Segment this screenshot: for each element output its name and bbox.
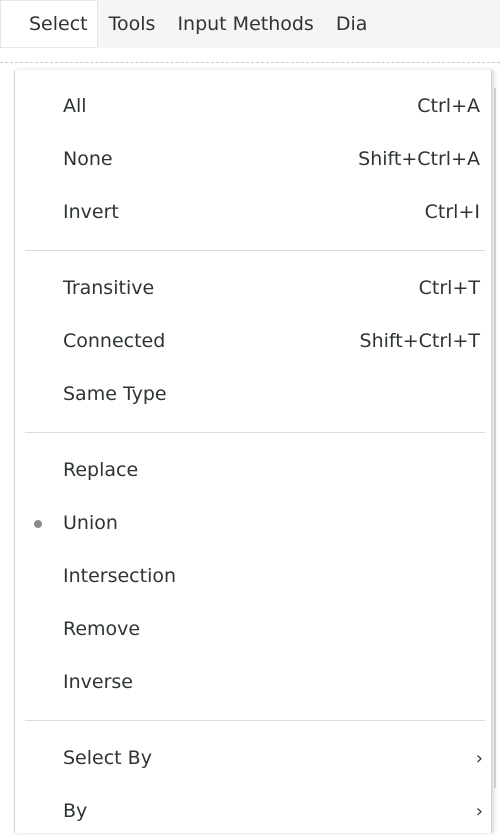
menu-item-connected[interactable]: Connected Shift+Ctrl+T [15, 315, 491, 368]
menu-separator [25, 720, 485, 721]
menu-item-union[interactable]: Union [15, 497, 491, 550]
menu-item-label: Union [63, 512, 118, 534]
menu-item-label: Replace [63, 459, 139, 481]
menu-dia[interactable]: Dia [325, 0, 379, 48]
select-menu-list: All Ctrl+A None Shift+Ctrl+A Invert Ctrl… [15, 80, 491, 838]
menu-item-accelerator: Ctrl+I [424, 201, 480, 223]
menu-select[interactable]: Select [0, 0, 98, 48]
menu-item-none[interactable]: None Shift+Ctrl+A [15, 133, 491, 186]
menu-item-label: By [63, 800, 88, 822]
radio-dot-icon [34, 520, 42, 528]
menu-item-accelerator: Shift+Ctrl+T [359, 330, 480, 352]
menu-item-all[interactable]: All Ctrl+A [15, 80, 491, 133]
select-menu-popup: All Ctrl+A None Shift+Ctrl+A Invert Ctrl… [14, 70, 492, 833]
menu-item-accelerator: Ctrl+A [417, 95, 480, 117]
menu-item-accelerator: Ctrl+T [418, 277, 480, 299]
menubar: Select Tools Input Methods Dia [0, 0, 500, 48]
menu-separator [25, 250, 485, 251]
menu-separator [25, 432, 485, 433]
menu-item-inverse[interactable]: Inverse [15, 656, 491, 709]
menu-tools[interactable]: Tools [98, 0, 167, 48]
menu-item-same-type[interactable]: Same Type [15, 368, 491, 421]
menu-item-select-by[interactable]: Select By › [15, 732, 491, 785]
menu-input-methods[interactable]: Input Methods [166, 0, 324, 48]
menu-item-replace[interactable]: Replace [15, 444, 491, 497]
chevron-right-icon: › [475, 748, 483, 769]
menu-item-remove[interactable]: Remove [15, 603, 491, 656]
menu-item-label: Invert [63, 201, 119, 223]
menu-item-label: Same Type [63, 383, 167, 405]
menu-item-transitive[interactable]: Transitive Ctrl+T [15, 262, 491, 315]
menu-item-label: Remove [63, 618, 141, 640]
window-divider [494, 88, 496, 788]
menu-item-by[interactable]: By › [15, 785, 491, 838]
menu-item-label: Intersection [63, 565, 177, 587]
menu-item-label: Connected [63, 330, 166, 352]
menu-item-invert[interactable]: Invert Ctrl+I [15, 186, 491, 239]
menu-item-accelerator: Shift+Ctrl+A [358, 148, 480, 170]
menu-item-label: Transitive [63, 277, 155, 299]
chevron-right-icon: › [475, 801, 483, 822]
menu-item-label: Inverse [63, 671, 133, 693]
menu-tearoff[interactable] [0, 62, 500, 63]
menu-item-intersection[interactable]: Intersection [15, 550, 491, 603]
menu-item-label: Select By [63, 747, 152, 769]
menu-item-label: None [63, 148, 113, 170]
menu-item-label: All [63, 95, 87, 117]
